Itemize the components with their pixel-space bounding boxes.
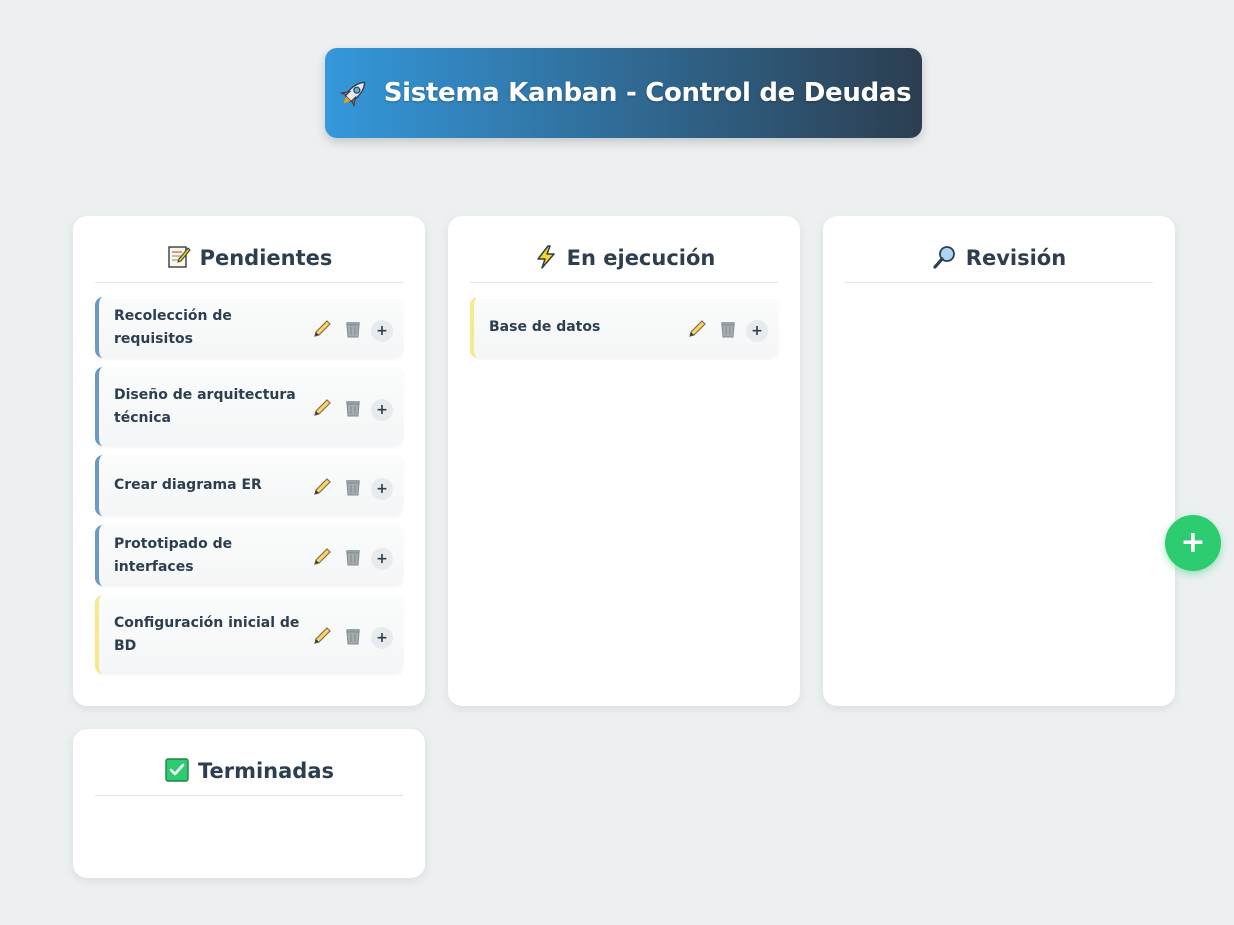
task-card-text: Diseño de arquitectura técnica (114, 386, 296, 426)
column-revision: Revisión (823, 216, 1175, 706)
magnifier-icon (932, 244, 958, 270)
task-card[interactable]: Configuración inicial de BD + (95, 595, 403, 674)
pencil-icon[interactable] (312, 547, 332, 567)
column-header: En ejecución (470, 216, 778, 283)
task-card[interactable]: Diseño de arquitectura técnica + (95, 367, 403, 446)
trash-icon[interactable] (719, 319, 737, 339)
trash-icon[interactable] (344, 398, 362, 418)
column-header: Pendientes (95, 216, 403, 283)
add-subtask-button[interactable]: + (371, 398, 393, 421)
task-card-text: Crear diagrama ER (114, 477, 262, 493)
card-actions: + (312, 316, 393, 342)
add-subtask-button[interactable]: + (371, 319, 393, 342)
pencil-icon[interactable] (312, 319, 332, 339)
card-list: Recolección de requisitos + Diseño de ar… (95, 283, 403, 674)
column-title: En ejecución (566, 246, 716, 270)
column-header: Revisión (845, 216, 1153, 283)
app-header: Sistema Kanban - Control de Deudas (325, 48, 922, 138)
add-subtask-button[interactable]: + (746, 319, 768, 342)
card-list: Base de datos + (470, 283, 778, 358)
card-actions: + (312, 623, 393, 649)
pencil-icon[interactable] (687, 319, 707, 339)
card-actions: + (312, 395, 393, 421)
lightning-icon (533, 244, 559, 270)
add-task-button[interactable]: + (1165, 515, 1221, 571)
card-actions: + (312, 474, 393, 500)
rocket-icon (336, 75, 372, 111)
trash-icon[interactable] (344, 547, 362, 567)
column-en-ejecucion: En ejecución Base de datos + (448, 216, 800, 706)
pencil-icon[interactable] (312, 626, 332, 646)
trash-icon[interactable] (344, 319, 362, 339)
card-actions: + (687, 316, 768, 342)
kanban-page: Sistema Kanban - Control de Deudas Pendi… (0, 0, 1234, 925)
app-title: Sistema Kanban - Control de Deudas (383, 78, 912, 108)
add-subtask-button[interactable]: + (371, 626, 393, 649)
add-subtask-button[interactable]: + (371, 547, 393, 570)
plus-icon: + (1180, 525, 1206, 560)
card-list (845, 283, 1153, 297)
task-card-text: Prototipado de interfaces (114, 535, 233, 575)
trash-icon[interactable] (344, 477, 362, 497)
column-title: Revisión (965, 246, 1067, 270)
column-terminadas: Terminadas (73, 729, 425, 878)
task-card-text: Configuración inicial de BD (114, 614, 300, 654)
column-header: Terminadas (95, 729, 403, 796)
task-card[interactable]: Crear diagrama ER + (95, 455, 403, 516)
column-title: Pendientes (199, 246, 333, 270)
task-card-text: Recolección de requisitos (114, 307, 232, 347)
task-card[interactable]: Recolección de requisitos + (95, 297, 403, 358)
column-title: Terminadas (197, 759, 335, 783)
card-list (95, 796, 403, 810)
check-box-icon (164, 757, 190, 783)
task-card[interactable]: Prototipado de interfaces + (95, 525, 403, 586)
task-card-text: Base de datos (489, 319, 601, 335)
column-pendientes: Pendientes Recolección de requisitos + D… (73, 216, 425, 706)
memo-icon (166, 244, 192, 270)
pencil-icon[interactable] (312, 398, 332, 418)
add-subtask-button[interactable]: + (371, 477, 393, 500)
card-actions: + (312, 544, 393, 570)
trash-icon[interactable] (344, 626, 362, 646)
task-card[interactable]: Base de datos + (470, 297, 778, 358)
pencil-icon[interactable] (312, 477, 332, 497)
